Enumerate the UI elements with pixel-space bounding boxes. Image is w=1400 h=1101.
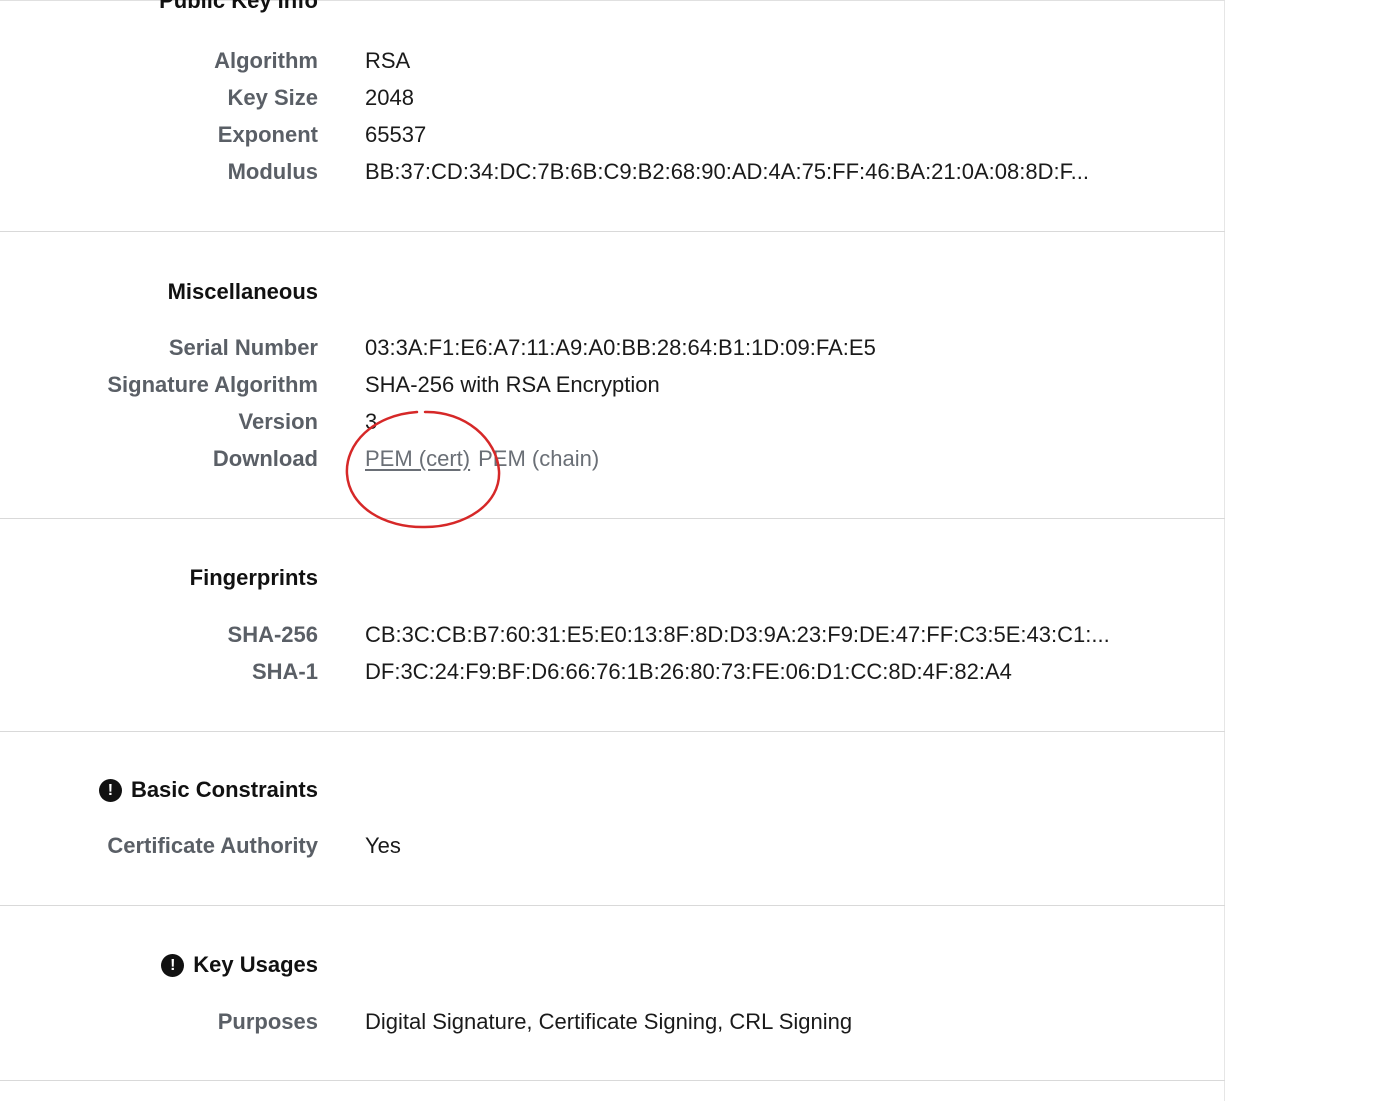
row-key-size: Key Size 2048 [0,83,1225,113]
label-sha-1: SHA-1 [251,659,318,684]
certificate-viewer: Public Key Info Algorithm RSA Key Size 2… [0,0,1225,1101]
value-modulus: BB:37:CD:34:DC:7B:6B:C9:B2:68:90:AD:4A:7… [365,159,1089,184]
download-pem-chain-link[interactable]: PEM (chain) [478,446,599,471]
label-signature-algorithm: Signature Algorithm [107,372,318,397]
row-modulus: Modulus BB:37:CD:34:DC:7B:6B:C9:B2:68:90… [0,157,1225,187]
section-title-label: Miscellaneous [167,279,318,304]
section-title-fingerprints: Fingerprints [190,565,318,591]
row-download: Download PEM (cert) PEM (chain) [0,444,1225,474]
label-purposes: Purposes [217,1009,318,1034]
value-exponent: 65537 [365,122,427,147]
value-purposes: Digital Signature, Certificate Signing, … [365,1009,853,1034]
exclamation-icon: ! [161,953,185,977]
value-algorithm: RSA [365,48,411,73]
row-algorithm: Algorithm RSA [0,46,1225,76]
value-sha-1: DF:3C:24:F9:BF:D6:66:76:1B:26:80:73:FE:0… [365,659,1012,684]
download-pem-cert-link[interactable]: PEM (cert) [365,446,470,471]
label-serial-number: Serial Number [168,335,318,360]
label-exponent: Exponent [217,122,318,147]
section-key-usages: ! Key Usages Purposes Digital Signature,… [0,906,1225,1081]
row-version: Version 3 [0,407,1225,437]
label-sha-256: SHA-256 [227,622,318,647]
exclamation-icon: ! [98,778,122,802]
section-title-basic-constraints: ! Basic Constraints [98,777,318,803]
section-title-label: Key Usages [193,952,318,977]
section-basic-constraints: ! Basic Constraints Certificate Authorit… [0,732,1225,906]
row-sha-256: SHA-256 CB:3C:CB:B7:60:31:E5:E0:13:8F:8D… [0,620,1225,650]
value-version: 3 [365,409,378,434]
label-version: Version [238,409,318,434]
section-public-key-info: Public Key Info Algorithm RSA Key Size 2… [0,0,1225,232]
section-fingerprints: Fingerprints SHA-256 CB:3C:CB:B7:60:31:E… [0,519,1225,732]
value-signature-algorithm: SHA-256 with RSA Encryption [365,372,660,397]
row-certificate-authority: Certificate Authority Yes [0,831,1225,861]
section-title-key-usages: ! Key Usages [161,952,318,978]
value-key-size: 2048 [365,85,414,110]
section-title-label: Public Key Info [159,0,318,13]
row-exponent: Exponent 65537 [0,120,1225,150]
section-miscellaneous: Miscellaneous Serial Number 03:3A:F1:E6:… [0,232,1225,519]
row-sha-1: SHA-1 DF:3C:24:F9:BF:D6:66:76:1B:26:80:7… [0,657,1225,687]
row-purposes: Purposes Digital Signature, Certificate … [0,1007,1225,1037]
label-modulus: Modulus [227,159,318,184]
label-certificate-authority: Certificate Authority [107,833,318,858]
label-algorithm: Algorithm [214,48,318,73]
value-serial-number: 03:3A:F1:E6:A7:11:A9:A0:BB:28:64:B1:1D:0… [365,335,876,360]
value-sha-256: CB:3C:CB:B7:60:31:E5:E0:13:8F:8D:D3:9A:2… [365,622,1110,647]
section-title-label: Basic Constraints [130,777,318,802]
label-download: Download [212,446,318,471]
section-title-public-key-info: Public Key Info [159,0,318,14]
label-key-size: Key Size [227,85,319,110]
value-certificate-authority: Yes [365,833,401,858]
section-title-miscellaneous: Miscellaneous [168,279,318,305]
row-serial-number: Serial Number 03:3A:F1:E6:A7:11:A9:A0:BB… [0,333,1225,363]
download-links: PEM (cert) PEM (chain) [365,444,599,474]
row-signature-algorithm: Signature Algorithm SHA-256 with RSA Enc… [0,370,1225,400]
section-title-label: Fingerprints [189,565,318,590]
